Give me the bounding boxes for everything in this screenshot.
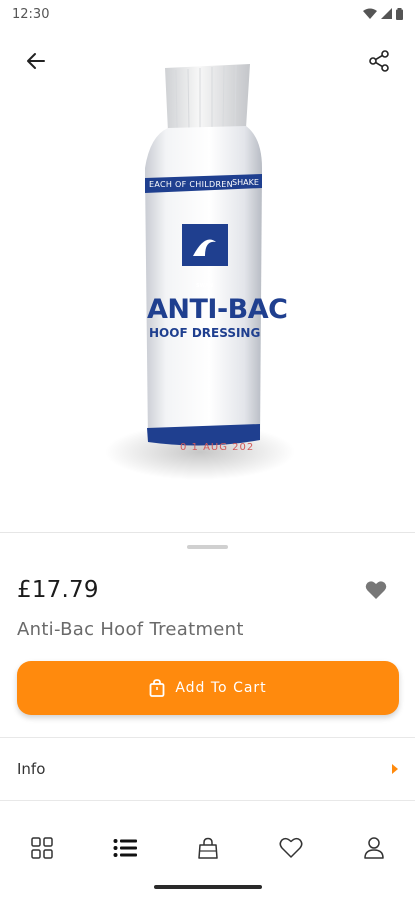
- bottom-navigation: [0, 822, 415, 874]
- bottle-name-line2: HOOF DRESSING: [149, 326, 261, 340]
- grid-icon: [30, 837, 53, 859]
- info-row[interactable]: Info: [0, 738, 415, 800]
- nav-item-account[interactable]: [354, 828, 394, 868]
- sheet-drag-handle[interactable]: [187, 545, 228, 549]
- product-price: £17.79: [17, 577, 99, 603]
- chevron-right-icon: [392, 764, 398, 774]
- add-to-cart-label: Add To Cart: [175, 680, 267, 696]
- person-icon: [363, 837, 384, 859]
- nav-item-cart[interactable]: [188, 828, 228, 868]
- divider-bottom: [0, 800, 415, 801]
- status-icons: [363, 8, 403, 20]
- nav-item-categories[interactable]: [105, 828, 145, 868]
- signal-icon: [381, 8, 392, 19]
- battery-icon: [396, 8, 403, 20]
- wifi-icon: [363, 8, 377, 19]
- nav-item-home[interactable]: [22, 828, 62, 868]
- nav-item-wishlist[interactable]: [271, 828, 311, 868]
- bottle-brand: SWAN: [196, 283, 213, 289]
- status-bar: 12:30: [0, 0, 415, 28]
- add-to-cart-button[interactable]: Add To Cart: [17, 661, 399, 715]
- heart-icon: [279, 837, 302, 858]
- favorite-button[interactable]: [363, 577, 389, 603]
- bottle-banner-left: EACH OF CHILDREN: [149, 180, 233, 189]
- shopping-bag-icon: [149, 679, 165, 697]
- product-title: Anti-Bac Hoof Treatment: [17, 619, 244, 640]
- share-button[interactable]: [364, 46, 394, 76]
- list-icon: [113, 839, 137, 857]
- product-details-sheet: £17.79 Anti-Bac Hoof Treatment Add To Ca…: [0, 532, 415, 822]
- heart-filled-icon: [365, 581, 387, 599]
- bottle-name-line1: ANTI-BAC: [147, 294, 288, 325]
- product-bottle-image: [105, 64, 295, 480]
- shopping-bag-icon: [197, 837, 218, 859]
- gesture-bar: [154, 885, 262, 889]
- bottle-date-stamp: 0 1 AUG 202: [180, 442, 255, 453]
- info-label: Info: [17, 760, 46, 778]
- back-button[interactable]: [21, 46, 51, 76]
- bottle-banner-right: SHAKE: [232, 178, 259, 187]
- product-image: EACH OF CHILDREN SHAKE SWAN ANTI-BAC HOO…: [0, 28, 415, 528]
- status-time: 12:30: [12, 6, 50, 22]
- arrow-left-icon: [27, 53, 45, 69]
- share-icon: [369, 50, 389, 72]
